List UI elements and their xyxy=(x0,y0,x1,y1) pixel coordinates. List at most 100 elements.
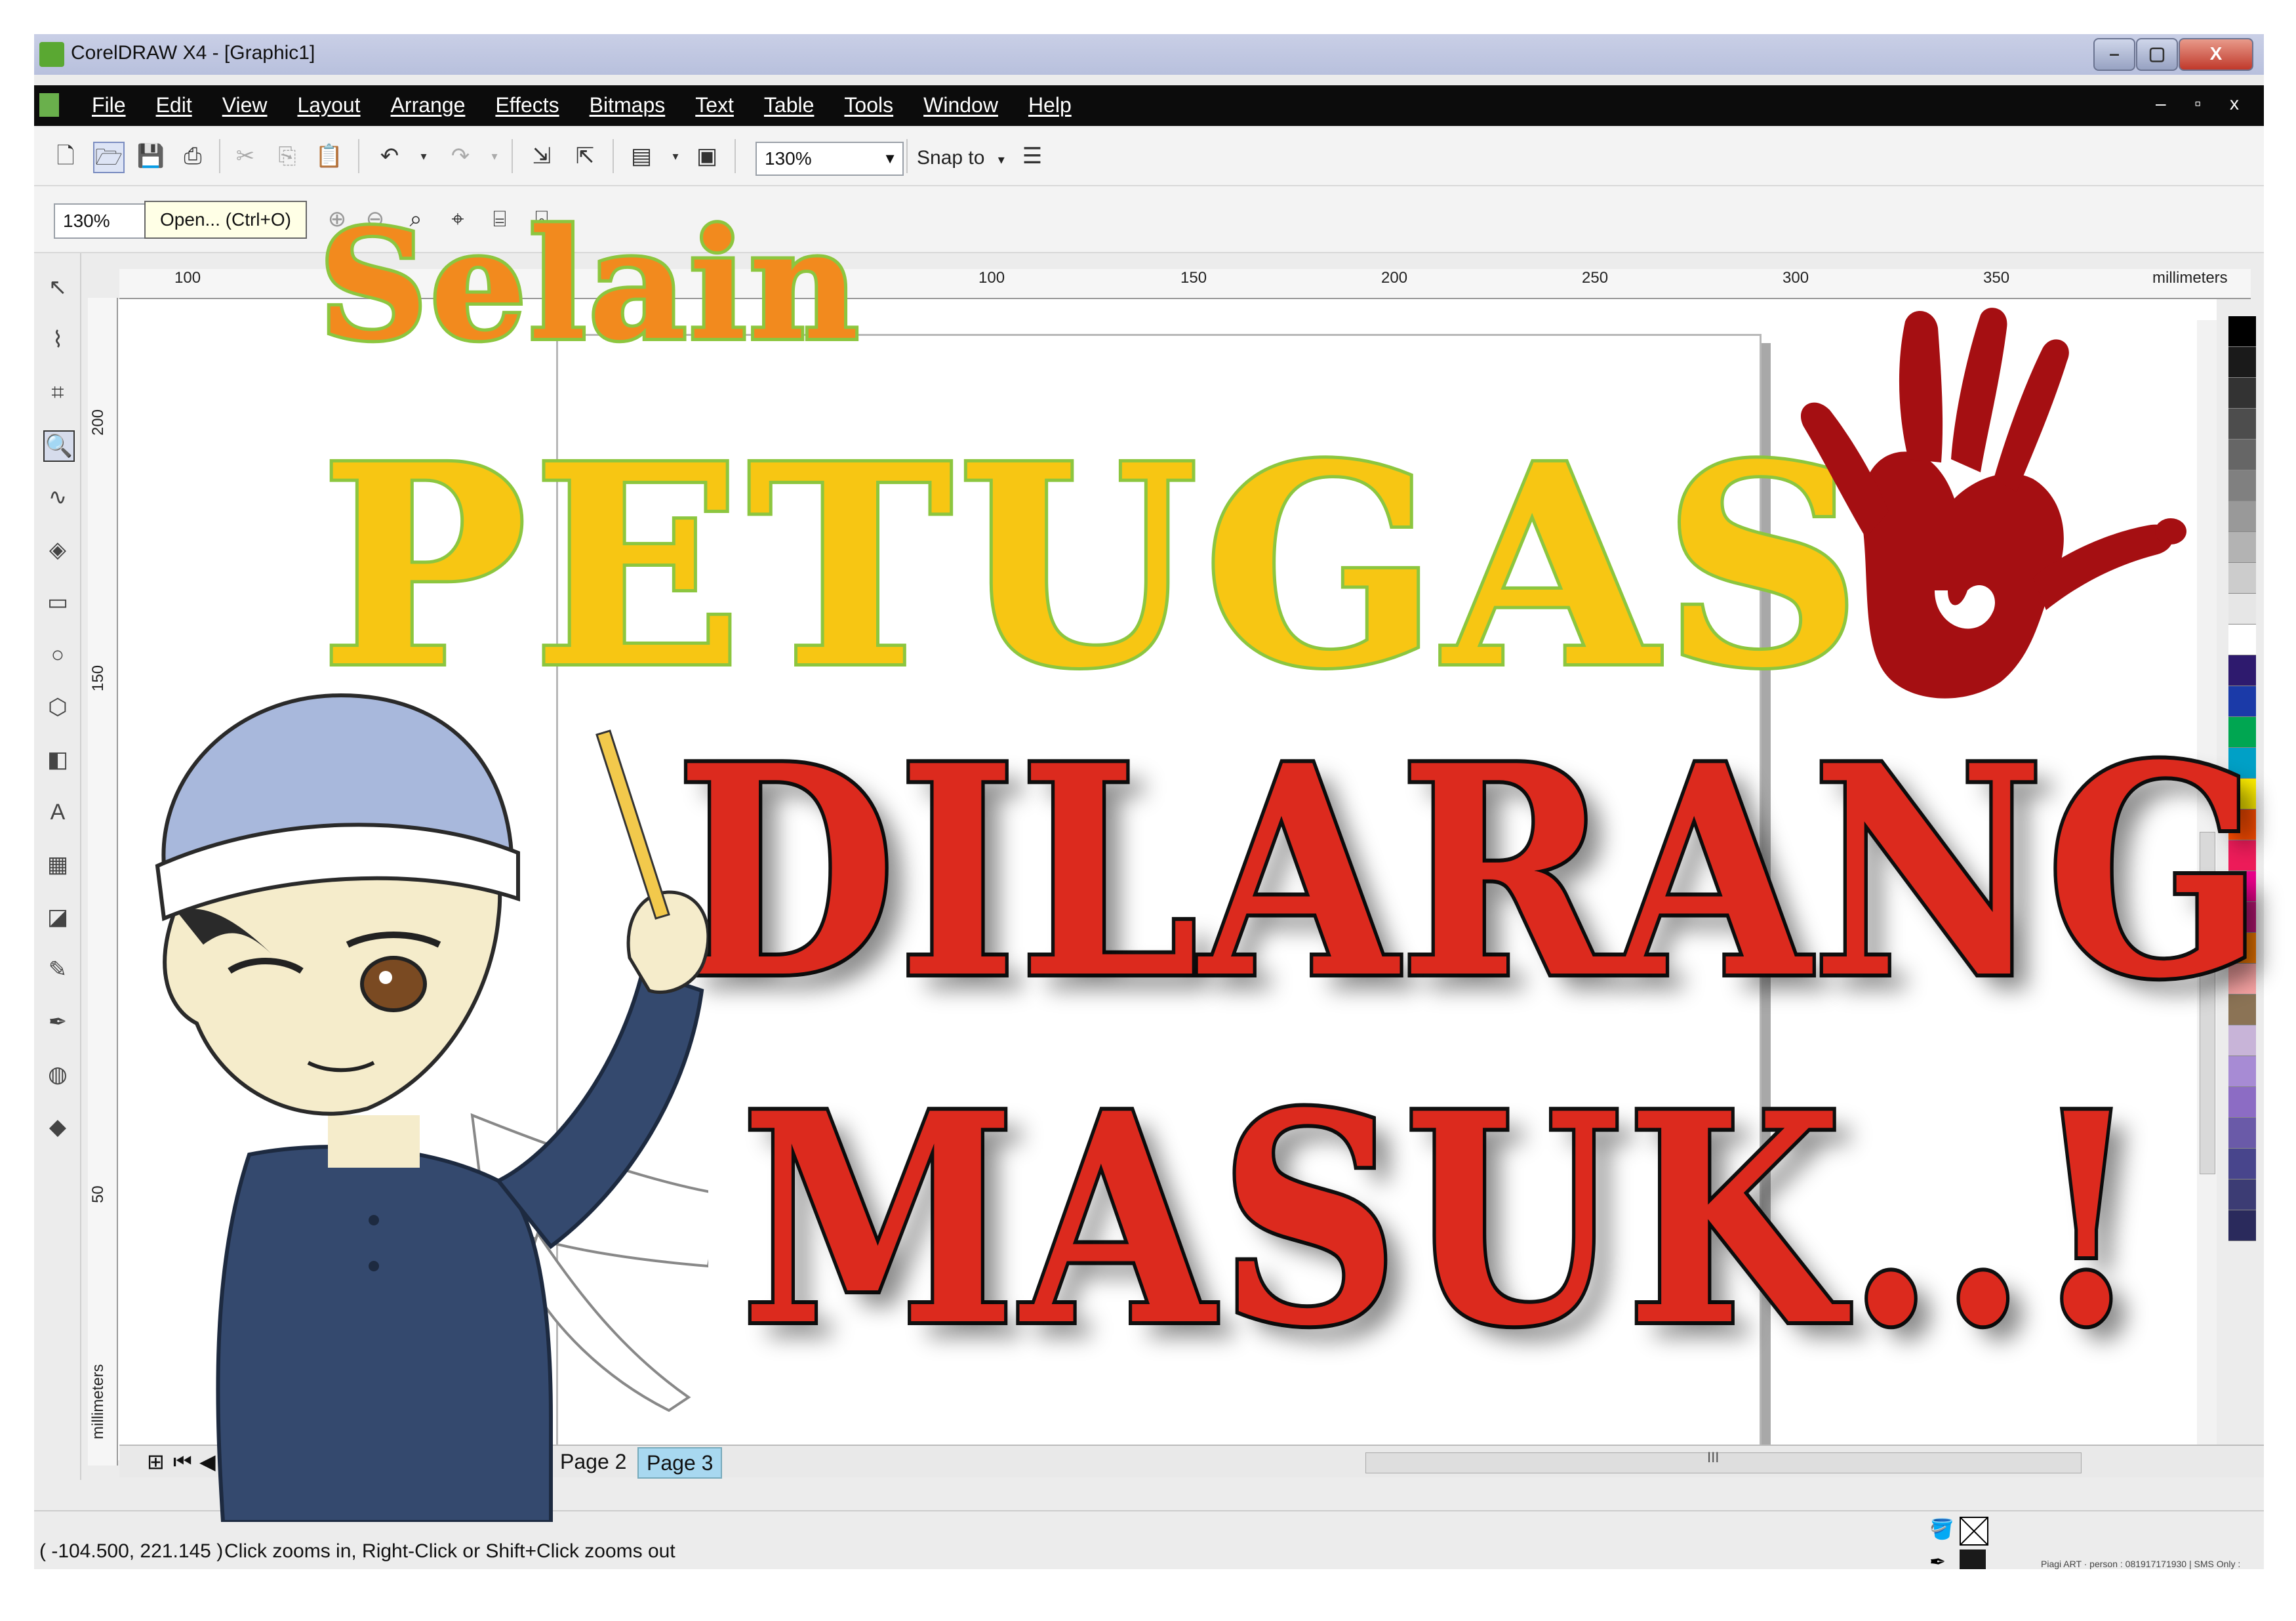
palette-swatch[interactable] xyxy=(2228,810,2256,840)
zoom-tool-icon[interactable]: 🔍 xyxy=(43,430,75,462)
menu-edit[interactable]: Edit xyxy=(156,93,192,117)
interactive-fill-tool-icon[interactable]: ◆ xyxy=(43,1113,72,1141)
zoom-out-icon[interactable]: ⊖ xyxy=(361,205,390,234)
menu-text[interactable]: Text xyxy=(695,93,734,117)
palette-swatch[interactable] xyxy=(2228,1180,2256,1210)
palette-swatch[interactable] xyxy=(2228,378,2256,409)
palette-swatch[interactable] xyxy=(2228,1210,2256,1241)
menu-window[interactable]: Window xyxy=(923,93,998,117)
export-icon[interactable]: ⇱ xyxy=(571,142,599,171)
color-palette[interactable] xyxy=(2228,316,2256,1484)
palette-swatch[interactable] xyxy=(2228,686,2256,717)
snap-to-dropdown[interactable]: Snap to ▾ xyxy=(917,147,1005,169)
palette-swatch[interactable] xyxy=(2228,409,2256,440)
shape-tool-icon[interactable]: ⌇ xyxy=(43,325,72,354)
palette-swatch[interactable] xyxy=(2228,1118,2256,1149)
polygon-tool-icon[interactable]: ⬡ xyxy=(43,693,72,722)
palette-swatch[interactable] xyxy=(2228,902,2256,933)
redo-icon[interactable]: ↷ xyxy=(446,142,475,171)
menu-tools[interactable]: Tools xyxy=(844,93,893,117)
zoom-levels-field[interactable]: 130% xyxy=(54,203,150,239)
vertical-scroll-thumb[interactable] xyxy=(2200,832,2215,1174)
launcher-dropdown-icon[interactable]: ▾ xyxy=(661,142,690,171)
palette-swatch[interactable] xyxy=(2228,779,2256,810)
application-launcher-icon[interactable]: ▤ xyxy=(627,142,656,171)
zoom-selected-icon[interactable]: ⌕ xyxy=(401,205,430,234)
vertical-scrollbar[interactable] xyxy=(2197,320,2217,1462)
no-fill-swatch[interactable] xyxy=(1960,1517,1988,1546)
palette-swatch[interactable] xyxy=(2228,1056,2256,1087)
text-tool-icon[interactable]: A xyxy=(43,798,72,827)
palette-swatch[interactable] xyxy=(2228,964,2256,995)
pick-tool-icon[interactable]: ↖ xyxy=(43,273,72,302)
minimize-button[interactable]: – xyxy=(2093,38,2135,71)
palette-swatch[interactable] xyxy=(2228,594,2256,625)
palette-swatch[interactable] xyxy=(2228,347,2256,378)
outline-color-swatch[interactable] xyxy=(1960,1549,1986,1569)
smart-fill-tool-icon[interactable]: ◈ xyxy=(43,535,72,564)
palette-swatch[interactable] xyxy=(2228,470,2256,501)
outline-tool-icon[interactable]: ✒ xyxy=(43,1008,72,1036)
redo-dropdown-icon[interactable]: ▾ xyxy=(480,142,509,171)
basic-shapes-tool-icon[interactable]: ◧ xyxy=(43,745,72,774)
zoom-in-icon[interactable]: ⊕ xyxy=(323,205,352,234)
palette-swatch[interactable] xyxy=(2228,563,2256,594)
palette-swatch[interactable] xyxy=(2228,1025,2256,1056)
palette-swatch[interactable] xyxy=(2228,655,2256,686)
menu-help[interactable]: Help xyxy=(1028,93,1072,117)
palette-swatch[interactable] xyxy=(2228,1149,2256,1180)
palette-swatch[interactable] xyxy=(2228,840,2256,871)
palette-swatch[interactable] xyxy=(2228,532,2256,563)
zoom-page-icon[interactable]: ⌸ xyxy=(485,205,514,234)
palette-swatch[interactable] xyxy=(2228,501,2256,532)
freehand-tool-icon[interactable]: ∿ xyxy=(43,483,72,512)
undo-dropdown-icon[interactable]: ▾ xyxy=(409,142,438,171)
interactive-blend-tool-icon[interactable]: ◪ xyxy=(43,903,72,932)
zoom-width-icon[interactable]: ⌻ xyxy=(527,205,556,234)
maximize-button[interactable]: ▢ xyxy=(2136,38,2178,71)
horizontal-ruler[interactable]: 100 100 150 200 250 300 350 millimeters xyxy=(119,269,2251,299)
eyedropper-tool-icon[interactable]: ✎ xyxy=(43,955,72,984)
paste-icon[interactable]: 📋 xyxy=(315,142,344,171)
vertical-ruler[interactable]: 200 150 50 millimeters xyxy=(88,298,118,1466)
page-tab-2[interactable]: Page 2 xyxy=(552,1447,634,1476)
import-icon[interactable]: ⇲ xyxy=(527,142,556,171)
horizontal-scrollbar[interactable]: III xyxy=(1365,1449,2082,1473)
mdi-controls[interactable]: – ▫ x xyxy=(2156,93,2251,114)
fill-tool-icon[interactable]: ◍ xyxy=(43,1060,72,1089)
table-tool-icon[interactable]: ▦ xyxy=(43,850,72,879)
new-document-icon[interactable]: 🗋 xyxy=(51,142,80,171)
crop-tool-icon[interactable]: ⌗ xyxy=(43,378,72,407)
palette-swatch[interactable] xyxy=(2228,625,2256,655)
menu-file[interactable]: File xyxy=(92,93,126,117)
zoom-all-objects-icon[interactable]: ⌖ xyxy=(443,205,472,234)
cut-icon[interactable]: ✂ xyxy=(231,142,260,171)
print-icon[interactable]: ⎙ xyxy=(178,142,207,171)
welcome-screen-icon[interactable]: ▣ xyxy=(693,142,721,171)
palette-swatch[interactable] xyxy=(2228,995,2256,1025)
save-icon[interactable]: 💾 xyxy=(136,142,165,171)
rectangle-tool-icon[interactable]: ▭ xyxy=(43,588,72,617)
menu-effects[interactable]: Effects xyxy=(495,93,559,117)
menu-layout[interactable]: Layout xyxy=(297,93,360,117)
palette-swatch[interactable] xyxy=(2228,871,2256,902)
menu-bitmaps[interactable]: Bitmaps xyxy=(590,93,666,117)
menu-arrange[interactable]: Arrange xyxy=(391,93,466,117)
ellipse-tool-icon[interactable]: ○ xyxy=(43,640,72,669)
palette-swatch[interactable] xyxy=(2228,933,2256,964)
copy-icon[interactable]: ⎘ xyxy=(273,142,302,171)
zoom-level-combo[interactable]: 130% ▼ xyxy=(755,142,904,176)
palette-swatch[interactable] xyxy=(2228,717,2256,748)
palette-swatch[interactable] xyxy=(2228,748,2256,779)
options-icon[interactable]: ☰ xyxy=(1018,142,1047,171)
undo-icon[interactable]: ↶ xyxy=(375,142,404,171)
menu-table[interactable]: Table xyxy=(764,93,815,117)
palette-swatch[interactable] xyxy=(2228,316,2256,347)
menu-view[interactable]: View xyxy=(222,93,268,117)
close-button[interactable]: X xyxy=(2179,38,2253,71)
open-folder-icon[interactable]: 🗁 xyxy=(93,142,125,173)
palette-swatch[interactable] xyxy=(2228,440,2256,470)
page-tab-3[interactable]: Page 3 xyxy=(637,1447,723,1479)
palette-swatch[interactable] xyxy=(2228,1087,2256,1118)
previous-page-icon[interactable]: ◀ xyxy=(191,1447,224,1476)
